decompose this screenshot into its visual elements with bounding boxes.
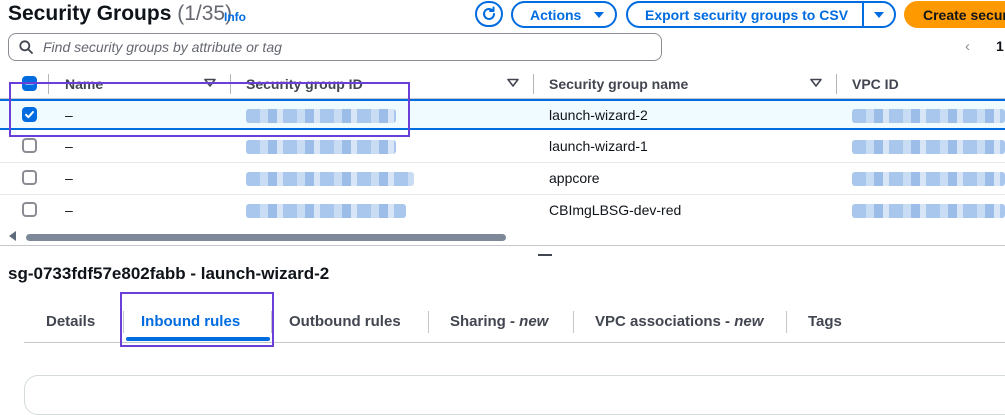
sort-icon[interactable] (810, 78, 822, 87)
actions-dropdown[interactable]: Actions (511, 1, 617, 28)
cell-name: – (65, 202, 73, 218)
new-badge: new (519, 313, 549, 330)
tab-sharing[interactable]: Sharing - new (450, 313, 548, 330)
column-header-vpc-id[interactable]: VPC ID (852, 76, 899, 92)
cell-group-name: launch-wizard-1 (549, 138, 648, 154)
refresh-icon (483, 6, 495, 20)
table-row[interactable]: – appcore (0, 163, 1005, 195)
row-checkbox[interactable] (22, 138, 37, 153)
actions-label: Actions (530, 6, 582, 23)
export-csv-button[interactable]: Export security groups to CSV (628, 7, 862, 23)
search-input[interactable] (41, 38, 605, 56)
tab-divider (786, 311, 787, 333)
column-header-security-group-name[interactable]: Security group name (549, 76, 688, 92)
cell-group-name: launch-wizard-2 (549, 107, 648, 123)
create-security-group-button[interactable]: Create secur (904, 1, 1005, 28)
info-link[interactable]: Info (224, 10, 246, 24)
redacted-vpc-id[interactable] (852, 140, 1005, 154)
tab-outbound-rules[interactable]: Outbound rules (289, 313, 401, 330)
sort-icon[interactable] (507, 78, 519, 87)
cell-group-name: appcore (549, 170, 600, 186)
new-badge: new (734, 313, 764, 330)
search-field[interactable] (8, 33, 662, 61)
redacted-vpc-id[interactable] (852, 204, 1005, 218)
redacted-vpc-id[interactable] (852, 172, 1005, 186)
redacted-security-group-id[interactable] (246, 204, 406, 218)
tab-vpc-associations[interactable]: VPC associations - new (595, 313, 763, 330)
resize-handle-icon[interactable] (538, 254, 552, 256)
tab-label: Details (46, 313, 96, 330)
redacted-vpc-id[interactable] (852, 109, 1005, 123)
export-options-button[interactable] (864, 11, 894, 19)
redacted-security-group-id[interactable] (246, 172, 414, 186)
tab-label: Tags (808, 313, 842, 330)
scroll-left-icon[interactable] (9, 231, 16, 241)
tab-label: Outbound rules (289, 313, 401, 330)
tab-details[interactable]: Details (46, 313, 95, 330)
caret-down-icon (594, 11, 605, 18)
row-checkbox[interactable] (22, 170, 37, 185)
cell-group-name: CBImgLBSG-dev-red (549, 202, 682, 218)
row-checkbox[interactable] (22, 202, 37, 217)
page-title-text: Security Groups (8, 2, 172, 25)
tab-divider (573, 311, 574, 333)
tab-label: Sharing - (450, 313, 520, 330)
cell-name: – (65, 138, 73, 154)
tab-divider (428, 311, 429, 333)
table-row[interactable]: – CBImgLBSG-dev-red (0, 195, 1005, 226)
annotation-box-selected-row (9, 82, 410, 137)
detail-title: sg-0733fdf57e802fabb - launch-wizard-2 (8, 264, 330, 283)
tab-label: VPC associations - (595, 313, 735, 330)
export-split-button[interactable]: Export security groups to CSV (626, 1, 896, 28)
tab-tags[interactable]: Tags (808, 313, 842, 330)
annotation-box-inbound-tab (120, 292, 274, 347)
redacted-security-group-id[interactable] (246, 140, 396, 154)
previous-page-icon[interactable]: ‹ (965, 38, 970, 55)
create-label: Create secur (923, 6, 1005, 23)
horizontal-scrollbar-thumb[interactable] (26, 234, 506, 241)
inbound-rules-panel (24, 375, 1005, 415)
page-number[interactable]: 1 (996, 38, 1004, 54)
search-icon (19, 40, 33, 54)
split-panel-divider (0, 245, 1005, 246)
cell-name: – (65, 170, 73, 186)
caret-down-icon (874, 11, 884, 18)
column-divider[interactable] (836, 74, 837, 94)
refresh-button[interactable] (475, 1, 503, 27)
page-title: Security Groups (1/35) (8, 2, 232, 26)
column-divider[interactable] (533, 74, 534, 94)
